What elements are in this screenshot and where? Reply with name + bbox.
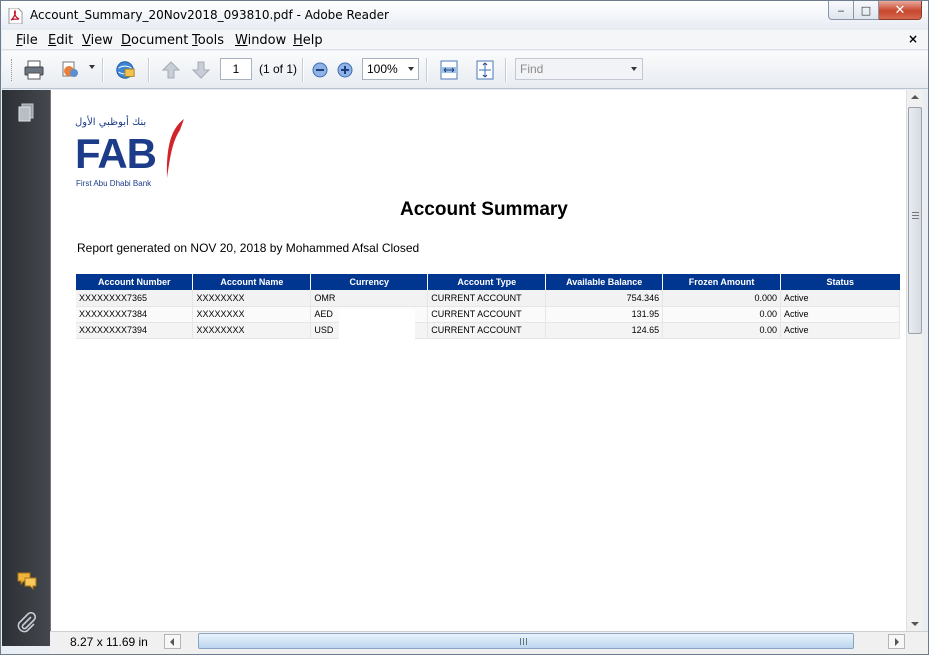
zoom-value: 100% (367, 62, 398, 76)
maximize-icon: □ (860, 3, 872, 17)
toolbar-separator (426, 58, 428, 82)
zoom-in-icon[interactable] (334, 59, 356, 81)
close-document-button[interactable]: × (908, 32, 918, 46)
logo-brand: FAB (75, 130, 157, 177)
menu-document[interactable]: Document (121, 33, 188, 48)
toolbar-separator (102, 58, 104, 82)
maximize-button[interactable]: □ (854, 1, 879, 20)
find-dropdown-icon[interactable] (631, 67, 637, 71)
close-icon: ✕ (894, 2, 906, 18)
collaborate-icon[interactable] (114, 59, 136, 81)
navigation-panel (2, 90, 50, 646)
logo-swoosh-icon (166, 119, 184, 178)
column-header: Status (780, 274, 900, 290)
toolbar-grip[interactable] (11, 59, 14, 81)
account-summary-table: Account Number Account Name Currency Acc… (76, 274, 900, 339)
column-header: Frozen Amount (662, 274, 782, 290)
fab-logo: بنك أبوظبي الأول FAB First Abu Dhabi Ban… (75, 117, 187, 191)
frozen-amount: 0.000 (662, 290, 782, 307)
document-title: Account Summary (400, 199, 568, 220)
title-bar[interactable]: Account_Summary_20Nov2018_093810.pdf - A… (1, 1, 928, 30)
scroll-up-icon[interactable] (911, 95, 919, 99)
column-header: Currency (310, 274, 429, 290)
menu-window[interactable]: Window (235, 33, 286, 48)
report-generated-line: Report generated on NOV 20, 2018 by Moha… (77, 241, 420, 255)
next-page-icon[interactable] (190, 59, 212, 81)
column-header: Account Number (76, 274, 194, 290)
available-balance: 131.95 (545, 306, 664, 323)
account-type: CURRENT ACCOUNT (427, 306, 547, 323)
fit-page-icon[interactable] (474, 59, 496, 81)
column-header: Account Type (427, 274, 547, 290)
account-name: XXXXXXXX (192, 290, 312, 307)
logo-arabic-text: بنك أبوظبي الأول (75, 117, 147, 128)
redaction-box (339, 309, 415, 339)
account-name: XXXXXXXX (192, 322, 312, 339)
share-icon[interactable] (59, 59, 81, 81)
find-placeholder: Find (520, 62, 544, 76)
toolbar-separator (505, 58, 507, 82)
toolbar-separator (302, 58, 304, 82)
find-input[interactable]: Find (515, 58, 643, 80)
prev-page-icon[interactable] (160, 59, 182, 81)
grip-icon (912, 212, 919, 219)
toolbar-separator (148, 58, 150, 82)
page-number-input[interactable]: 1 (220, 58, 252, 80)
zoom-dropdown-icon[interactable] (408, 67, 414, 71)
grip-icon (520, 638, 527, 645)
menu-edit[interactable]: Edit (48, 33, 73, 48)
account-name: XXXXXXXX (192, 306, 312, 323)
logo-subtitle: First Abu Dhabi Bank (76, 179, 152, 188)
pdf-file-icon (8, 8, 23, 24)
table-header-row: Account Number Account Name Currency Acc… (76, 274, 900, 290)
page-count: (1 of 1) (259, 62, 298, 76)
scroll-left-icon[interactable] (164, 634, 181, 649)
account-number: XXXXXXXX7365 (76, 290, 194, 307)
status: Active (780, 322, 900, 339)
fit-width-icon[interactable] (438, 59, 460, 81)
menu-tools[interactable]: Tools (192, 33, 224, 48)
page-size-readout: 8.27 x 11.69 in (70, 635, 148, 649)
scroll-right-icon[interactable] (888, 634, 905, 649)
vertical-scroll-thumb[interactable] (908, 107, 922, 334)
window-title: Account_Summary_20Nov2018_093810.pdf - A… (30, 8, 389, 22)
share-dropdown-icon[interactable] (89, 65, 95, 69)
status: Active (780, 290, 900, 307)
menu-bar: File Edit View Document Tools Window Hel… (2, 30, 928, 50)
minimize-icon: ‒ (837, 3, 845, 17)
attachments-icon[interactable] (16, 612, 38, 634)
pages-icon[interactable] (16, 102, 38, 124)
print-icon[interactable] (23, 59, 45, 81)
column-header: Available Balance (545, 274, 664, 290)
frozen-amount: 0.00 (662, 306, 782, 323)
account-number: XXXXXXXX7384 (76, 306, 194, 323)
status: Active (780, 306, 900, 323)
table-row: XXXXXXXX7365 XXXXXXXX OMR CURRENT ACCOUN… (76, 290, 900, 307)
scroll-down-icon[interactable] (911, 622, 919, 626)
menu-help[interactable]: Help (293, 33, 323, 48)
app-window: Account_Summary_20Nov2018_093810.pdf - A… (0, 0, 929, 655)
currency: OMR (310, 290, 429, 307)
horizontal-scroll-thumb[interactable] (198, 633, 854, 649)
account-type: CURRENT ACCOUNT (427, 322, 547, 339)
table-row: XXXXXXXX7394 XXXXXXXX USD CURRENT ACCOUN… (76, 322, 900, 339)
available-balance: 124.65 (545, 322, 664, 339)
status-bar: 8.27 x 11.69 in (50, 631, 928, 654)
toolbar: 1 (1 of 1) 100% Find (2, 51, 928, 89)
close-window-button[interactable]: ✕ (879, 1, 922, 20)
vertical-scrollbar[interactable] (906, 90, 923, 631)
table-row: XXXXXXXX7384 XXXXXXXX AED CURRENT ACCOUN… (76, 306, 900, 323)
menu-file[interactable]: File (16, 33, 38, 48)
frozen-amount: 0.00 (662, 322, 782, 339)
account-number: XXXXXXXX7394 (76, 322, 194, 339)
account-type: CURRENT ACCOUNT (427, 290, 547, 307)
zoom-select[interactable]: 100% (362, 58, 419, 80)
comments-icon[interactable] (16, 570, 38, 592)
minimize-button[interactable]: ‒ (828, 1, 854, 20)
available-balance: 754.346 (545, 290, 664, 307)
zoom-out-icon[interactable] (309, 59, 331, 81)
menu-view[interactable]: View (82, 33, 113, 48)
column-header: Account Name (192, 274, 312, 290)
